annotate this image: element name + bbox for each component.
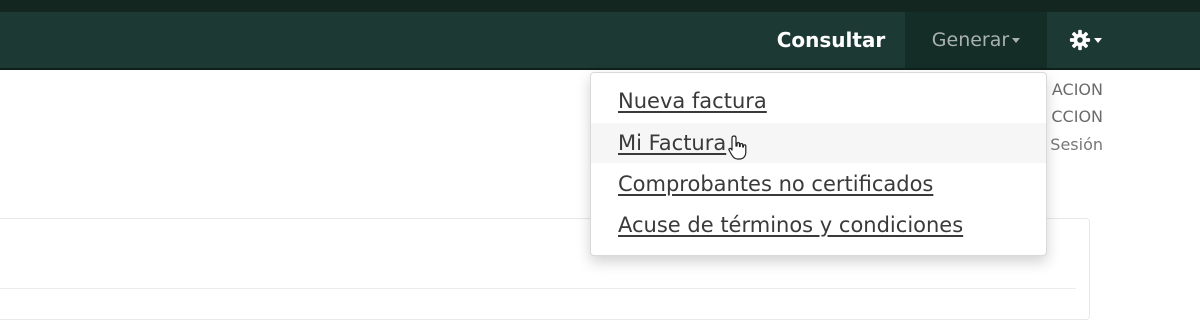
- menu-item-mi-factura[interactable]: Mi Factura: [591, 123, 1046, 163]
- chevron-down-icon: [1093, 37, 1102, 43]
- menu-item-comprobantes-no-certificados[interactable]: Comprobantes no certificados: [591, 164, 1046, 204]
- nav-generar-dropdown[interactable]: Generar: [905, 12, 1047, 68]
- menu-item-acuse-terminos[interactable]: Acuse de términos y condiciones: [591, 205, 1046, 245]
- settings-dropdown[interactable]: [1058, 12, 1112, 68]
- content-panel-divider: [0, 288, 1076, 319]
- nav-consultar-label: Consultar: [776, 28, 886, 52]
- logout-link[interactable]: Sesión: [1050, 135, 1103, 154]
- top-navbar: Consultar Generar: [0, 12, 1200, 70]
- menu-item-nueva-factura[interactable]: Nueva factura: [591, 81, 1046, 121]
- generar-dropdown-menu: Nueva factura Mi Factura Comprobantes no…: [590, 72, 1047, 256]
- user-info-line-2: CCION: [1051, 107, 1103, 126]
- nav-generar-label: Generar: [931, 29, 1010, 51]
- nav-consultar[interactable]: Consultar: [768, 12, 894, 68]
- chevron-down-icon: [1012, 37, 1021, 43]
- hand-cursor-icon: [728, 135, 747, 160]
- user-info-line-1: ACION: [1051, 80, 1103, 99]
- top-strip: [0, 0, 1200, 12]
- gear-icon: [1069, 29, 1090, 51]
